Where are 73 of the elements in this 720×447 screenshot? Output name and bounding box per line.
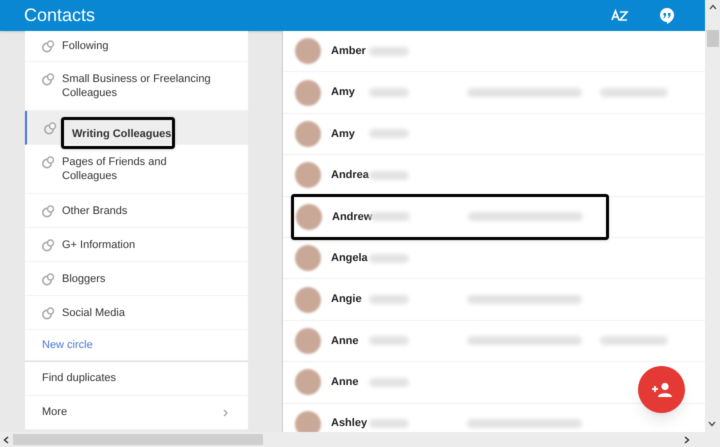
contact-name: Amy xyxy=(331,126,356,142)
circle-item[interactable]: Other Brands xyxy=(25,194,248,228)
avatar-placeholder xyxy=(295,245,321,272)
contact-row[interactable]: Anne xyxy=(283,320,705,362)
blurred-surname xyxy=(369,336,409,346)
circle-name: Other Brands xyxy=(62,204,128,218)
circle-item[interactable]: Social Media xyxy=(25,296,248,330)
menu-item[interactable]: More xyxy=(25,396,248,430)
menu-item[interactable]: Find duplicates xyxy=(25,362,248,396)
circle-name: Writing Colleagues xyxy=(72,128,172,140)
circle-name: Following xyxy=(62,39,108,53)
circle-item[interactable]: G+ Information xyxy=(25,228,248,262)
circles-icon xyxy=(42,205,55,218)
blurred-surname xyxy=(369,254,409,263)
blurred-surname xyxy=(369,378,409,387)
circle-name: Bloggers xyxy=(62,272,106,286)
scroll-right-icon[interactable] xyxy=(684,436,690,444)
circle-name: Small Business or Freelancing Colleagues xyxy=(62,72,212,100)
circle-item[interactable]: Following xyxy=(25,31,248,62)
contact-name: Amber xyxy=(331,44,367,59)
circles-icon xyxy=(42,307,55,320)
scrollbar-thumb[interactable] xyxy=(706,30,718,47)
add-person-icon xyxy=(650,382,672,398)
contact-row[interactable]: Angela xyxy=(283,238,705,280)
contact-row[interactable]: Andrea xyxy=(283,155,705,197)
circles-icon xyxy=(44,122,57,135)
contact-row[interactable]: Amy xyxy=(283,72,705,114)
blurred-surname xyxy=(369,88,409,98)
circles-icon xyxy=(42,40,55,53)
circle-item[interactable]: Pages of Friends and Colleagues xyxy=(25,145,248,194)
chevron-right-icon xyxy=(223,408,228,416)
avatar-placeholder xyxy=(295,38,321,64)
circles-icon xyxy=(42,239,55,252)
sort-az-icon[interactable] xyxy=(611,8,629,24)
contact-name: Anne xyxy=(331,334,360,349)
contact-name: Anne xyxy=(331,375,360,390)
blurred-surname xyxy=(369,295,409,304)
blurred-surname xyxy=(369,170,409,180)
circle-name: Social Media xyxy=(62,306,125,320)
app-title: Contacts xyxy=(24,4,96,27)
circle-name: Pages of Friends and Colleagues xyxy=(62,155,168,183)
avatar-placeholder xyxy=(295,120,321,147)
avatar-placeholder xyxy=(295,328,321,354)
circle-name: G+ Information xyxy=(62,238,136,252)
circles-icon xyxy=(42,73,55,86)
blurred-surname xyxy=(369,419,409,428)
avatar-placeholder xyxy=(295,369,321,396)
contact-row[interactable]: Amy xyxy=(283,114,705,156)
contact-name: Angie xyxy=(331,292,363,308)
avatar-placeholder xyxy=(296,204,322,230)
scroll-down-icon[interactable] xyxy=(708,421,716,427)
avatar-placeholder xyxy=(295,162,321,188)
circles-icon xyxy=(42,156,55,169)
blurred-surname xyxy=(369,129,409,138)
avatar-placeholder xyxy=(295,410,321,432)
circles-icon xyxy=(42,273,55,286)
scrollbar-thumb[interactable] xyxy=(13,434,263,445)
contact-row[interactable]: Andrew xyxy=(283,196,705,238)
scroll-up-icon[interactable] xyxy=(708,4,716,10)
contact-name: Andrew xyxy=(332,210,370,225)
contact-row[interactable]: Amber xyxy=(283,31,705,72)
contact-name: Ashley xyxy=(331,416,368,432)
contact-name: Angela xyxy=(331,250,369,266)
contact-name: Andrea xyxy=(331,168,369,184)
contact-row[interactable]: Angie xyxy=(283,279,705,321)
contact-name: Amy xyxy=(331,85,356,100)
circle-item[interactable]: Bloggers xyxy=(25,262,248,296)
speech-bubble-icon[interactable] xyxy=(659,6,675,24)
new-circle-link[interactable]: New circle xyxy=(42,336,93,354)
avatar-placeholder xyxy=(295,286,321,313)
avatar-placeholder xyxy=(295,80,321,106)
scroll-left-icon[interactable] xyxy=(3,436,9,444)
blurred-surname xyxy=(369,46,409,56)
